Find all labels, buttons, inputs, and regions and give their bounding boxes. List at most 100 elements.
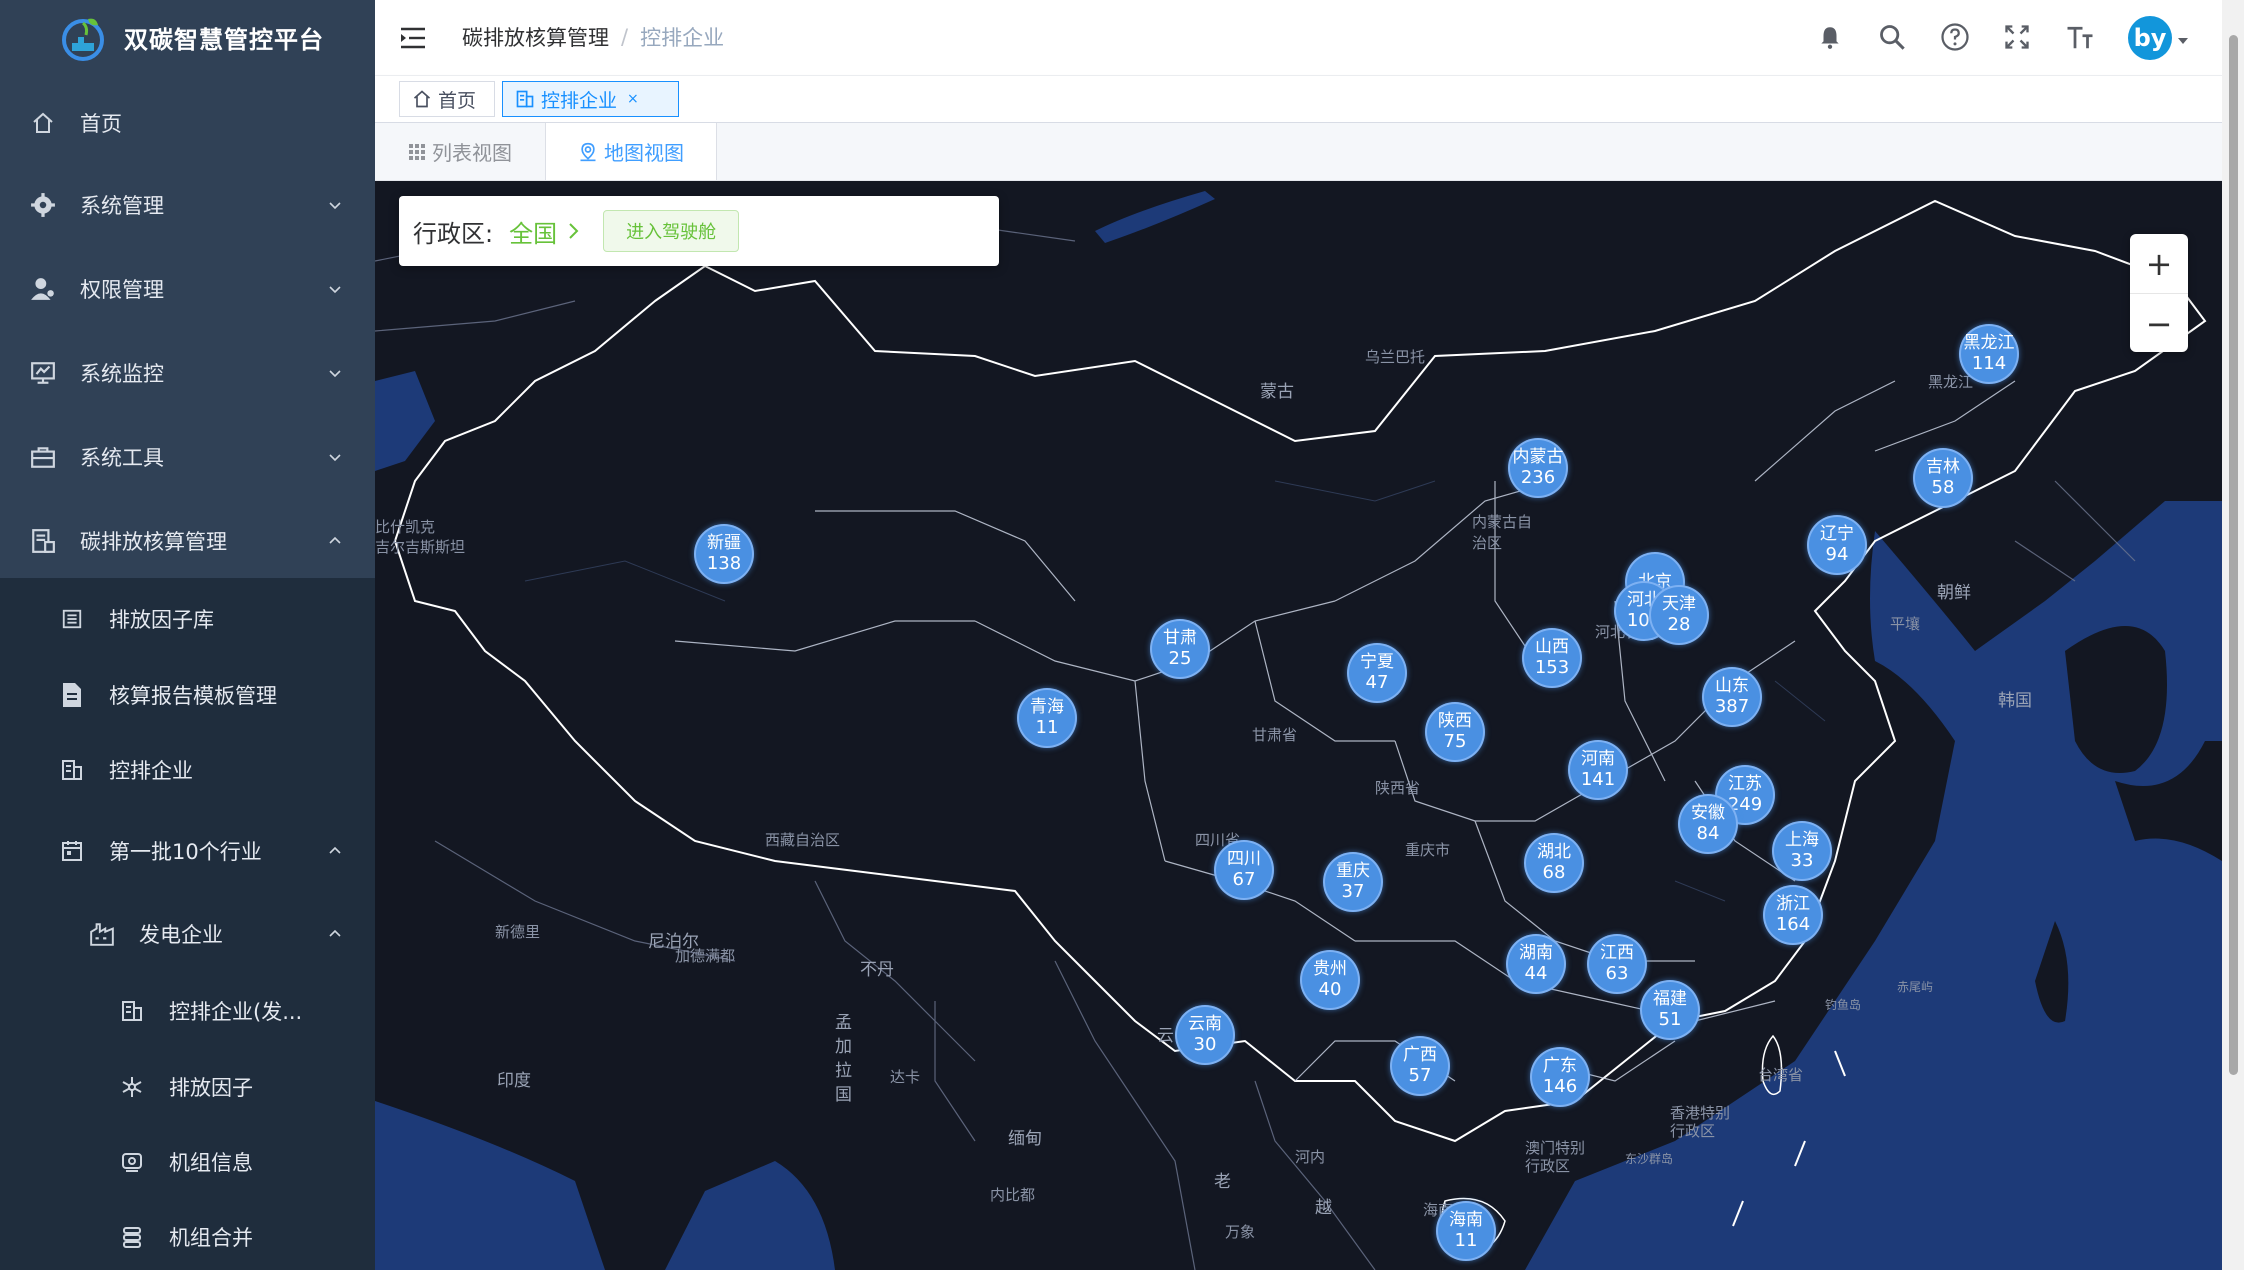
map-label: 内蒙古自治区 (1472, 513, 1533, 552)
breadcrumb: 碳排放核算管理 / 控排企业 (462, 22, 724, 52)
province-bubble[interactable]: 海南 11 (1436, 1201, 1496, 1261)
scrollbar-thumb[interactable] (2229, 35, 2238, 1075)
tag-enterprise[interactable]: 控排企业 × (502, 81, 679, 117)
list-icon (57, 604, 87, 634)
sidebar-item-permissions[interactable]: 权限管理 (0, 260, 375, 318)
map-label: 吉尔吉斯斯坦 (375, 538, 466, 556)
province-bubble[interactable]: 黑龙江 114 (1959, 324, 2019, 384)
province-bubble[interactable]: 青海 11 (1017, 688, 1077, 748)
sidebar-item-tools[interactable]: 系统工具 (0, 428, 375, 486)
province-bubble[interactable]: 内蒙古 236 (1508, 438, 1568, 498)
province-bubble[interactable]: 河南 141 (1568, 740, 1628, 800)
sidebar-item-system[interactable]: 系统管理 (0, 176, 375, 234)
province-bubble[interactable]: 天津 28 (1649, 585, 1709, 645)
region-label: 行政区: (413, 219, 494, 248)
sidebar-item-emission-factor[interactable]: 排放因子 (0, 1058, 375, 1116)
menu-fold-icon[interactable] (399, 24, 427, 52)
sidebar-item-label: 机组信息 (169, 1151, 253, 1175)
breadcrumb-parent[interactable]: 碳排放核算管理 (462, 22, 609, 52)
sidebar: 双碳智慧管控平台 首页 系统管理 权限管理 系统监控 系统工具 碳排放核算管理 … (0, 0, 375, 1270)
sidebar-item-first-batch[interactable]: 第一批10个行业 (0, 822, 375, 880)
province-bubble[interactable]: 陕西 75 (1425, 702, 1485, 762)
caret-down-icon[interactable] (2178, 38, 2188, 44)
province-bubble[interactable]: 贵州 40 (1300, 950, 1360, 1010)
sidebar-item-label: 系统工具 (80, 446, 164, 470)
map-label: 甘肃省 (1252, 726, 1298, 744)
province-bubble[interactable]: 广西 57 (1390, 1036, 1450, 1096)
map-label: 朝鲜 (1937, 583, 1971, 603)
tab-label: 列表视图 (432, 141, 512, 165)
sidebar-item-label: 发电企业 (139, 923, 223, 947)
province-bubble[interactable]: 吉林 58 (1913, 448, 1973, 508)
breadcrumb-separator: / (621, 25, 629, 49)
map-label: 河内 (1295, 1148, 1326, 1166)
map-canvas[interactable]: 蒙古 乌兰巴托 黑龙江 内蒙古自治区 朝鲜 平壤 韩国 河北省 甘肃省 陕西省 … (375, 181, 2222, 1270)
enter-cockpit-button[interactable]: 进入驾驶舱 (603, 210, 740, 252)
fullscreen-icon[interactable] (2000, 20, 2034, 54)
map-label: 内比都 (990, 1186, 1036, 1204)
sidebar-item-power-enterprise[interactable]: 控排企业(发... (0, 982, 375, 1040)
top-navbar: 碳排放核算管理 / 控排企业 by (375, 0, 2222, 76)
help-icon[interactable] (1938, 20, 1972, 54)
map-label: 缅甸 (1008, 1129, 1042, 1149)
province-bubble[interactable]: 辽宁 94 (1807, 515, 1867, 575)
font-size-icon[interactable] (2063, 20, 2097, 54)
sidebar-item-report-template[interactable]: 核算报告模板管理 (0, 666, 375, 724)
province-bubble[interactable]: 湖北 68 (1524, 833, 1584, 893)
region-value[interactable]: 全国 (509, 214, 557, 249)
sidebar-item-label: 排放因子 (169, 1076, 253, 1100)
map-label: 乌兰巴托 (1365, 348, 1426, 366)
province-bubble[interactable]: 宁夏 47 (1347, 643, 1407, 703)
map-label: 钓鱼岛 (1825, 998, 1862, 1012)
chevron-right-icon[interactable] (567, 221, 581, 241)
province-bubble[interactable]: 云南 30 (1175, 1005, 1235, 1065)
tags-view: 首页 控排企业 × (375, 76, 2222, 123)
province-bubble[interactable]: 江西 63 (1587, 934, 1647, 994)
close-icon[interactable]: × (627, 91, 639, 107)
province-bubble[interactable]: 上海 33 (1772, 821, 1832, 881)
map-label: 西藏自治区 (765, 831, 841, 849)
province-bubble[interactable]: 广东 146 (1530, 1047, 1590, 1107)
page-scrollbar[interactable] (2222, 0, 2244, 1270)
sidebar-item-label: 系统监控 (80, 362, 164, 386)
sidebar-item-unit-info[interactable]: 机组信息 (0, 1133, 375, 1191)
province-bubble[interactable]: 山西 153 (1522, 628, 1582, 688)
chevron-down-icon (329, 454, 341, 462)
avatar[interactable]: by (2128, 16, 2172, 60)
chevron-up-icon (329, 846, 341, 854)
map-label: 万象 (1225, 1223, 1256, 1241)
home-icon (28, 108, 58, 138)
province-bubble[interactable]: 甘肃 25 (1150, 619, 1210, 679)
province-bubble[interactable]: 新疆 138 (694, 524, 754, 584)
bell-icon[interactable] (1813, 20, 1847, 54)
province-bubble[interactable]: 重庆 37 (1323, 852, 1383, 912)
province-bubble[interactable]: 浙江 164 (1763, 885, 1823, 945)
machine-icon (117, 1147, 147, 1177)
sidebar-item-monitor[interactable]: 系统监控 (0, 344, 375, 402)
map-basemap (375, 191, 2222, 1270)
sidebar-item-unit-merge[interactable]: 机组合并 (0, 1208, 375, 1266)
building-icon (516, 90, 534, 108)
breadcrumb-current: 控排企业 (640, 26, 725, 50)
province-bubble[interactable]: 四川 67 (1214, 840, 1274, 900)
sidebar-item-power[interactable]: 发电企业 (0, 905, 375, 963)
map-label: 澳门特别行政区 (1525, 1139, 1586, 1175)
province-bubble[interactable]: 福建 51 (1640, 980, 1700, 1040)
sidebar-item-enterprise[interactable]: 控排企业 (0, 741, 375, 799)
tab-list-view[interactable]: 列表视图 (375, 123, 545, 180)
province-bubble[interactable]: 山东 387 (1702, 667, 1762, 727)
building-icon (57, 755, 87, 785)
province-bubble[interactable]: 安徽 84 (1678, 794, 1738, 854)
zoom-in-button[interactable]: + (2130, 234, 2188, 293)
zoom-out-button[interactable]: − (2130, 294, 2188, 353)
report-icon (28, 526, 58, 556)
province-bubble[interactable]: 湖南 44 (1506, 934, 1566, 994)
sidebar-item-factor-library[interactable]: 排放因子库 (0, 590, 375, 648)
region-selector-panel: 行政区: 全国 进入驾驶舱 (399, 196, 999, 266)
map-label: 达卡 (890, 1068, 921, 1086)
tab-map-view[interactable]: 地图视图 (545, 123, 717, 180)
sidebar-item-home[interactable]: 首页 (0, 94, 375, 152)
sidebar-item-carbon[interactable]: 碳排放核算管理 (0, 512, 375, 570)
tag-home[interactable]: 首页 (399, 81, 495, 117)
search-icon[interactable] (1875, 20, 1909, 54)
